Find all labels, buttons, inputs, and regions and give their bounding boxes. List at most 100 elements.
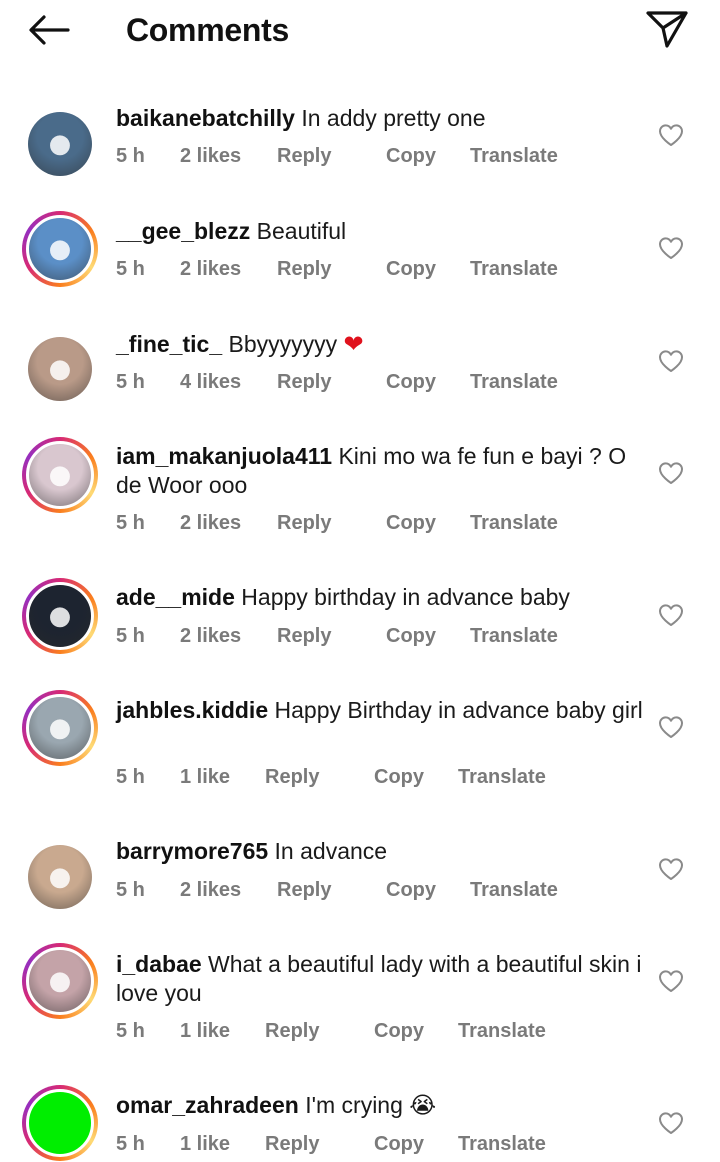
- reply-button[interactable]: Reply: [277, 371, 331, 394]
- timestamp: 5 h: [116, 879, 145, 901]
- likes-count[interactable]: 2 likes: [180, 145, 241, 168]
- like-button[interactable]: [658, 715, 684, 739]
- reply-button[interactable]: Reply: [277, 512, 331, 535]
- comment-text: ade__mide Happy birthday in advance baby: [116, 583, 646, 612]
- translate-button[interactable]: Translate: [470, 512, 558, 535]
- username-link[interactable]: i_dabae: [116, 951, 202, 977]
- comment-body: Happy Birthday in advance baby girl: [274, 697, 643, 723]
- translate-button[interactable]: Translate: [470, 879, 558, 902]
- comment-text: __gee_blezz Beautiful: [116, 217, 646, 246]
- avatar-button[interactable]: ●: [22, 943, 98, 1019]
- avatar-button[interactable]: ●: [22, 690, 98, 766]
- translate-button[interactable]: Translate: [470, 625, 558, 648]
- copy-button[interactable]: Copy: [386, 512, 436, 535]
- reply-button[interactable]: Reply: [265, 1020, 319, 1043]
- like-button[interactable]: [658, 461, 684, 485]
- like-button[interactable]: [658, 969, 684, 993]
- heart-outline-icon: [659, 462, 683, 484]
- comment-body: Bbyyyyyyy: [228, 331, 338, 357]
- avatar-button[interactable]: ●: [22, 211, 98, 287]
- username-link[interactable]: barrymore765: [116, 838, 268, 864]
- likes-count[interactable]: 2 likes: [180, 879, 241, 902]
- username-link[interactable]: baikanebatchilly: [116, 105, 295, 131]
- comment-emoji: ❤: [343, 331, 364, 358]
- reply-button[interactable]: Reply: [277, 879, 331, 902]
- avatar: ●: [28, 337, 92, 401]
- translate-button[interactable]: Translate: [458, 766, 546, 789]
- comment-body: In addy pretty one: [301, 105, 486, 131]
- copy-button[interactable]: Copy: [386, 258, 436, 281]
- timestamp: 5 h: [116, 371, 145, 393]
- likes-count[interactable]: 1 like: [180, 1133, 230, 1156]
- heart-outline-icon: [659, 970, 683, 992]
- reply-button[interactable]: Reply: [265, 1133, 319, 1156]
- heart-outline-icon: [659, 716, 683, 738]
- likes-count[interactable]: 2 likes: [180, 625, 241, 648]
- like-button[interactable]: [658, 236, 684, 260]
- avatar-button[interactable]: ●: [28, 337, 92, 401]
- avatar-button[interactable]: ●: [28, 112, 92, 176]
- likes-count[interactable]: 4 likes: [180, 371, 241, 394]
- like-button[interactable]: [658, 1111, 684, 1135]
- timestamp: 5 h: [116, 1133, 145, 1155]
- username-link[interactable]: __gee_blezz: [116, 218, 250, 244]
- comment-text: baikanebatchilly In addy pretty one: [116, 104, 646, 133]
- like-button[interactable]: [658, 603, 684, 627]
- comment-text: jahbles.kiddie Happy Birthday in advance…: [116, 696, 646, 725]
- avatar-person-icon: ●: [48, 234, 72, 264]
- translate-button[interactable]: Translate: [458, 1133, 546, 1156]
- copy-button[interactable]: Copy: [386, 879, 436, 902]
- copy-button[interactable]: Copy: [374, 1133, 424, 1156]
- avatar-button[interactable]: ●: [22, 578, 98, 654]
- heart-outline-icon: [659, 350, 683, 372]
- reply-button[interactable]: Reply: [265, 766, 319, 789]
- copy-button[interactable]: Copy: [386, 371, 436, 394]
- reply-button[interactable]: Reply: [277, 258, 331, 281]
- avatar-person-icon: ●: [48, 862, 72, 892]
- avatar-button[interactable]: ●: [28, 845, 92, 909]
- like-button[interactable]: [658, 857, 684, 881]
- comment-body: Happy birthday in advance baby: [241, 584, 570, 610]
- username-link[interactable]: ade__mide: [116, 584, 235, 610]
- translate-button[interactable]: Translate: [458, 1020, 546, 1043]
- avatar: [26, 1089, 94, 1157]
- page-title: Comments: [126, 12, 289, 48]
- likes-count[interactable]: 2 likes: [180, 512, 241, 535]
- avatar-button[interactable]: ●: [22, 437, 98, 513]
- translate-button[interactable]: Translate: [470, 371, 558, 394]
- comment-text: barrymore765 In advance: [116, 837, 646, 866]
- copy-button[interactable]: Copy: [386, 625, 436, 648]
- share-button[interactable]: [644, 6, 690, 52]
- username-link[interactable]: iam_makanjuola411: [116, 443, 332, 469]
- username-link[interactable]: jahbles.kiddie: [116, 697, 268, 723]
- copy-button[interactable]: Copy: [386, 145, 436, 168]
- copy-button[interactable]: Copy: [374, 1020, 424, 1043]
- likes-count[interactable]: 2 likes: [180, 258, 241, 281]
- likes-count[interactable]: 1 like: [180, 1020, 230, 1043]
- avatar: ●: [28, 112, 92, 176]
- avatar-person-icon: ●: [48, 129, 72, 159]
- back-button[interactable]: [24, 10, 72, 50]
- timestamp: 5 h: [116, 766, 145, 788]
- comment-body: I'm crying: [305, 1092, 403, 1118]
- timestamp: 5 h: [116, 145, 145, 167]
- avatar: ●: [28, 845, 92, 909]
- reply-button[interactable]: Reply: [277, 625, 331, 648]
- comment-text: omar_zahradeen I'm crying 😭: [116, 1091, 646, 1120]
- reply-button[interactable]: Reply: [277, 145, 331, 168]
- like-button[interactable]: [658, 123, 684, 147]
- comment-text: _fine_tic_ Bbyyyyyyy ❤: [116, 330, 646, 359]
- translate-button[interactable]: Translate: [470, 258, 558, 281]
- likes-count[interactable]: 1 like: [180, 766, 230, 789]
- username-link[interactable]: omar_zahradeen: [116, 1092, 299, 1118]
- heart-outline-icon: [659, 858, 683, 880]
- avatar-button[interactable]: [22, 1085, 98, 1161]
- comment-body: In advance: [274, 838, 388, 864]
- header-bar: Comments: [0, 0, 720, 62]
- heart-outline-icon: [659, 1112, 683, 1134]
- copy-button[interactable]: Copy: [374, 766, 424, 789]
- timestamp: 5 h: [116, 258, 145, 280]
- translate-button[interactable]: Translate: [470, 145, 558, 168]
- like-button[interactable]: [658, 349, 684, 373]
- username-link[interactable]: _fine_tic_: [116, 331, 222, 357]
